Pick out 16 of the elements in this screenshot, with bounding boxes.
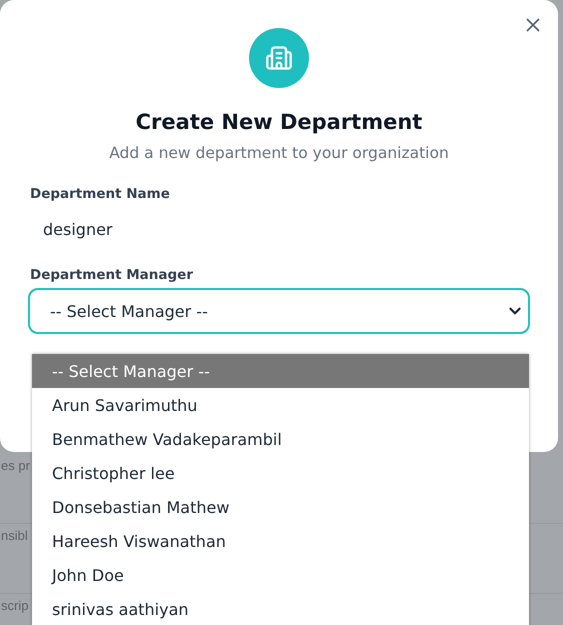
field-label: Department Manager [29, 267, 194, 283]
dropdown-option[interactable]: Benmathew Vadakeparambil [32, 422, 529, 456]
background-text: scrip [1, 598, 28, 613]
dialog-subtitle: Add a new department to your organization [108, 144, 450, 162]
dropdown-option[interactable]: Christopher lee [32, 456, 529, 490]
dropdown-option[interactable]: srinivas aathiyan [32, 592, 529, 625]
dropdown-option[interactable]: -- Select Manager -- [32, 354, 529, 388]
background-text: nsibl [1, 528, 28, 543]
manager-select[interactable]: -- Select Manager -- [28, 288, 530, 334]
dialog-title: Create New Department [134, 110, 424, 134]
dropdown-option[interactable]: Hareesh Viswanathan [32, 524, 529, 558]
dropdown-option[interactable]: Arun Savarimuthu [32, 388, 529, 422]
dropdown-option[interactable]: Donsebastian Mathew [32, 490, 529, 524]
background-text: es pr [1, 458, 30, 473]
dropdown-option[interactable]: John Doe [32, 558, 529, 592]
field-label: Department Name [29, 186, 171, 202]
